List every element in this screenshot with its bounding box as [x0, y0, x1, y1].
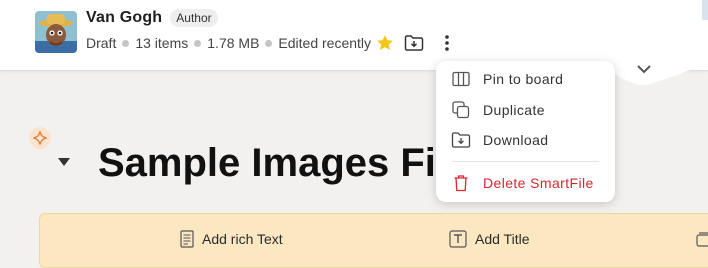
edited-status: Edited recently	[278, 35, 372, 51]
duplicate-icon	[451, 100, 471, 120]
item-count: 13 items	[135, 35, 189, 51]
pin-board-icon	[451, 69, 471, 89]
star-icon[interactable]	[375, 33, 395, 53]
add-more-button[interactable]	[695, 230, 708, 248]
download-icon	[451, 130, 471, 150]
menu-item-label: Pin to board	[483, 71, 564, 87]
status-text: Draft	[86, 35, 117, 51]
stack-icon	[696, 232, 708, 247]
title-icon	[449, 230, 467, 248]
separator-dot	[122, 39, 130, 47]
menu-item-download[interactable]: Download	[436, 126, 615, 154]
sparkle-icon[interactable]	[29, 127, 51, 149]
page-title[interactable]: Sample Images Fi	[98, 139, 436, 187]
context-menu: Pin to board Duplicate Download Delete S…	[436, 61, 615, 202]
collapse-caret-icon[interactable]	[57, 155, 71, 167]
menu-item-label: Delete SmartFile	[483, 175, 594, 191]
add-rich-text-button[interactable]: Add rich Text	[180, 230, 283, 248]
add-title-label: Add Title	[475, 231, 530, 247]
content-toolbar: Add rich Text Add Title	[39, 213, 708, 268]
meta-row: Draft 13 items 1.78 MB Edited recently	[86, 33, 395, 53]
avatar[interactable]	[35, 11, 77, 53]
menu-item-pin-to-board[interactable]: Pin to board	[436, 65, 615, 93]
menu-divider	[452, 161, 599, 162]
menu-item-duplicate[interactable]: Duplicate	[436, 96, 615, 124]
role-badge: Author	[170, 9, 218, 27]
more-vertical-icon[interactable]	[436, 32, 458, 54]
add-title-button[interactable]: Add Title	[449, 230, 529, 248]
separator-dot	[194, 39, 202, 47]
author-name: Van Gogh	[86, 9, 163, 26]
menu-item-label: Download	[483, 132, 549, 148]
chevron-down-icon[interactable]	[634, 59, 654, 79]
window-edge	[702, 0, 708, 20]
download-folder-icon[interactable]	[403, 32, 425, 54]
trash-icon	[451, 173, 471, 193]
document-icon	[180, 230, 194, 248]
menu-item-delete-smartfile[interactable]: Delete SmartFile	[436, 169, 615, 197]
separator-dot	[265, 39, 273, 47]
add-rich-text-label: Add rich Text	[202, 231, 283, 247]
avatar-image	[35, 11, 77, 53]
file-size: 1.78 MB	[207, 35, 260, 51]
menu-item-label: Duplicate	[483, 102, 545, 118]
